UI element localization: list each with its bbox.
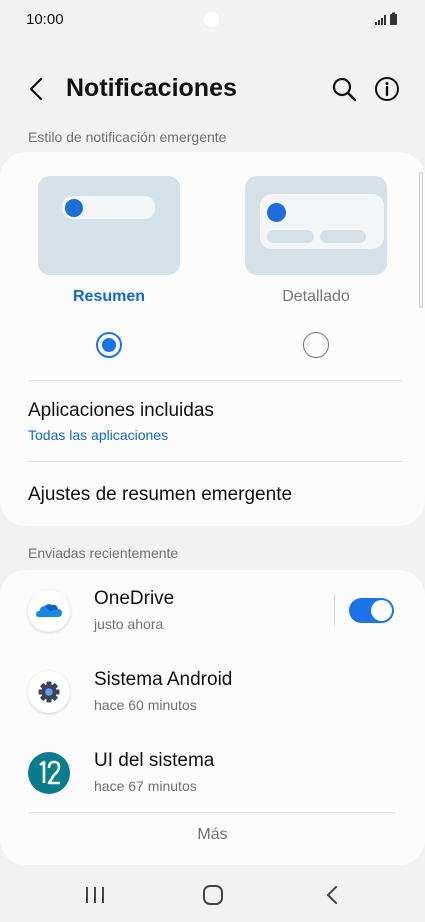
- page-title: Notificaciones: [66, 74, 237, 102]
- summary-style-preview[interactable]: [38, 176, 180, 275]
- app-name: Sistema Android: [94, 669, 233, 690]
- preview-bar: [320, 230, 366, 243]
- front-camera: [204, 12, 219, 27]
- detailed-style-preview[interactable]: [245, 176, 387, 275]
- onedrive-toggle[interactable]: [349, 598, 394, 623]
- included-apps-title: Aplicaciones incluidas: [28, 400, 214, 421]
- app-name: UI del sistema: [94, 750, 215, 771]
- recent-section-label: Enviadas recientemente: [28, 545, 179, 561]
- divider: [28, 461, 403, 462]
- onedrive-icon: [28, 590, 70, 632]
- detailed-option-label[interactable]: Detallado: [245, 288, 387, 306]
- summary-option-label[interactable]: Resumen: [38, 288, 180, 306]
- app-row-onedrive[interactable]: OneDrive justo ahora: [0, 570, 425, 650]
- app-bar: Notificaciones: [0, 60, 425, 120]
- back-arrow-icon[interactable]: [22, 74, 52, 104]
- divider: [28, 380, 403, 381]
- recent-apps-card: OneDrive justo ahora Sistema Android hac…: [0, 570, 425, 865]
- summary-settings-row[interactable]: Ajustes de resumen emergente: [28, 484, 292, 506]
- popup-style-card: Resumen Detallado Aplicaciones incluidas…: [0, 152, 425, 526]
- app-row-android-system[interactable]: Sistema Android hace 60 minutos: [0, 651, 425, 731]
- included-apps-value: Todas las aplicaciones: [28, 427, 169, 443]
- app-time: hace 60 minutos: [94, 697, 197, 713]
- more-button[interactable]: Más: [0, 826, 425, 844]
- back-icon[interactable]: [320, 882, 346, 908]
- signal-battery-icon: [375, 12, 397, 25]
- preview-dot: [267, 203, 286, 222]
- recent-apps-icon[interactable]: [82, 882, 108, 908]
- home-icon[interactable]: [200, 882, 226, 908]
- app-time: justo ahora: [94, 616, 164, 632]
- status-bar: 10:00: [0, 0, 425, 40]
- android-system-gear-icon: [28, 671, 70, 713]
- navigation-bar: [0, 866, 425, 922]
- app-row-system-ui[interactable]: UI del sistema hace 67 minutos: [0, 732, 425, 812]
- search-icon[interactable]: [329, 74, 359, 104]
- summary-radio[interactable]: [96, 332, 122, 358]
- detailed-radio[interactable]: [303, 332, 329, 358]
- preview-dot: [65, 199, 83, 217]
- toggle-knob: [371, 600, 392, 621]
- popup-style-section-label: Estilo de notificación emergente: [28, 129, 227, 145]
- status-time: 10:00: [26, 11, 64, 28]
- preview-bar: [267, 230, 314, 243]
- divider: [334, 594, 335, 626]
- scroll-indicator: [419, 172, 423, 308]
- divider: [28, 812, 396, 813]
- one-ui-12-icon: [28, 752, 70, 794]
- info-icon[interactable]: [372, 74, 402, 104]
- app-time: hace 67 minutos: [94, 778, 197, 794]
- app-name: OneDrive: [94, 588, 175, 609]
